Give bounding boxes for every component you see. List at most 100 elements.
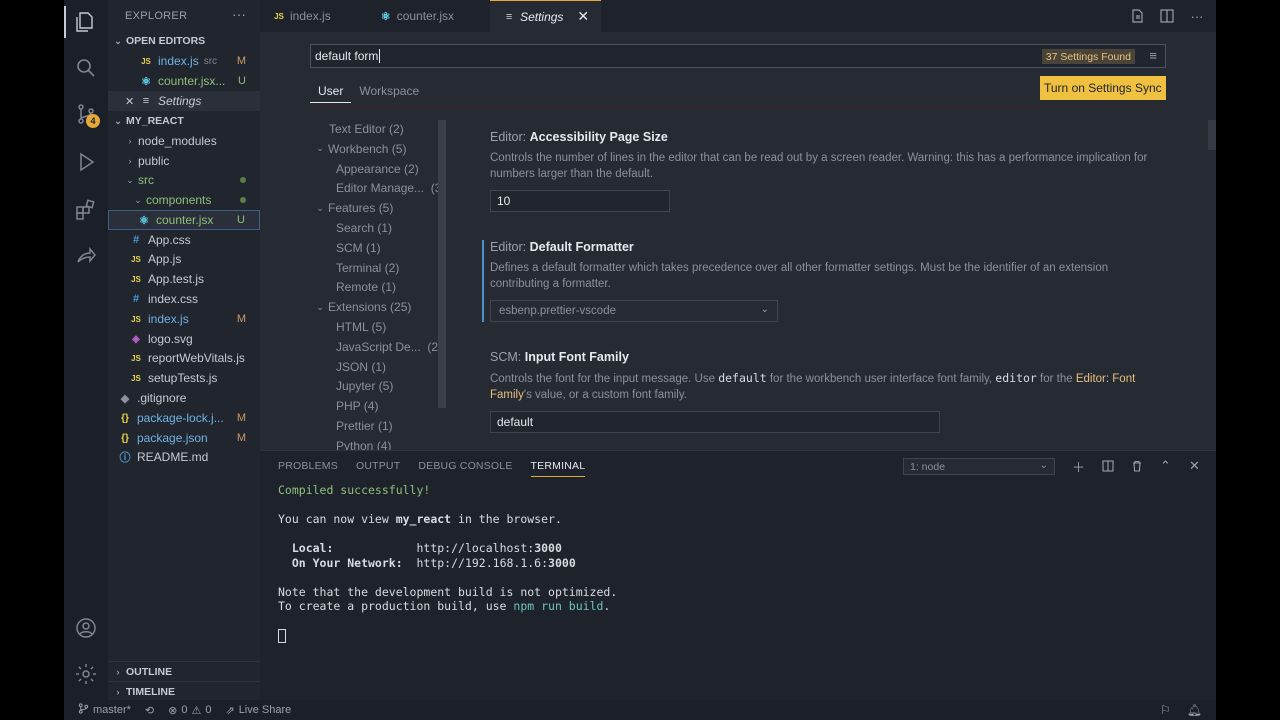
toc-item[interactable]: ⌄ Workbench (5) (314, 140, 406, 158)
timeline-section[interactable]: › TIMELINE (108, 681, 260, 701)
tree-folder[interactable]: › public (108, 151, 260, 171)
tree-file[interactable]: {} package.json M (108, 428, 260, 448)
feedback-icon[interactable]: ⚐ (1160, 703, 1171, 717)
outline-section[interactable]: › OUTLINE (108, 661, 260, 681)
settings-gear-icon[interactable] (70, 658, 102, 690)
terminal-output[interactable]: Compiled successfully! You can now view … (278, 483, 617, 643)
toc-item[interactable]: Jupyter (5) (336, 377, 393, 395)
toc-item[interactable]: Text Editor (2) (329, 120, 404, 138)
tree-file[interactable]: JS reportWebVitals.js (108, 348, 260, 368)
toc-label: HTML (5) (336, 320, 387, 334)
extensions-icon[interactable] (70, 194, 102, 226)
tree-file[interactable]: JS App.test.js (108, 269, 260, 289)
setting-category: Editor: (490, 240, 530, 254)
scm-font-family-input[interactable]: default (490, 411, 940, 433)
error-icon: ⊗ (168, 704, 178, 717)
toc-item[interactable]: ⌄ Extensions (25) (314, 298, 411, 316)
toc-scrollbar[interactable] (438, 120, 446, 408)
close-icon[interactable]: ✕ (125, 95, 139, 108)
tree-file[interactable]: ⚛ counter.jsx U (108, 210, 260, 230)
open-settings-json-icon[interactable] (1128, 6, 1146, 26)
terminal-line: To create a production build, use npm ru… (278, 599, 617, 614)
js-file-icon: JS (131, 353, 141, 363)
tab-settings[interactable]: ≡ Settings ✕ (490, 0, 602, 32)
git-status: M (236, 432, 246, 444)
git-status: M (236, 55, 246, 67)
toc-item[interactable]: SCM (1) (336, 239, 381, 257)
notifications-bell-icon[interactable]: 🔔︎ (1187, 703, 1202, 717)
open-editors-header[interactable]: ⌄ OPEN EDITORS (108, 31, 260, 51)
tree-file[interactable]: # index.css (108, 289, 260, 309)
tab-workspace[interactable]: Workspace (351, 84, 427, 103)
close-icon[interactable]: ✕ (577, 8, 589, 25)
toc-item[interactable]: Appearance (2) (336, 160, 419, 178)
settings-scrollbar[interactable] (1208, 120, 1216, 150)
tab-debug-console[interactable]: DEBUG CONSOLE (418, 460, 512, 477)
open-editor-item[interactable]: ⚛ counter.jsx... U (108, 71, 260, 91)
problems-indicator[interactable]: ⊗ 0 ⚠ 0 (168, 704, 211, 717)
trash-icon[interactable] (1127, 457, 1146, 475)
toc-item[interactable]: Remote (1) (336, 278, 396, 296)
accessibility-page-size-input[interactable]: 10 (490, 190, 670, 212)
terminal-select[interactable]: 1: node ⌄ (903, 458, 1055, 475)
more-actions-icon[interactable]: ··· (1188, 6, 1206, 26)
close-icon[interactable]: ✕ (1185, 457, 1204, 475)
tree-file[interactable]: JS App.js (108, 249, 260, 269)
toc-item[interactable]: Terminal (2) (336, 259, 399, 277)
toc-item[interactable]: Search (1) (336, 219, 392, 237)
run-debug-icon[interactable] (70, 146, 102, 178)
open-editor-item[interactable]: JS index.js src M (108, 51, 260, 71)
tab-terminal[interactable]: TERMINAL (530, 460, 586, 477)
terminal-line: On Your Network: http://192.168.1.6:3000 (278, 556, 617, 571)
code-default: default (718, 371, 767, 385)
tree-file[interactable]: JS index.js M (108, 309, 260, 329)
tree-file[interactable]: JS setupTests.js (108, 368, 260, 388)
tree-file[interactable]: {} package-lock.j... M (108, 408, 260, 428)
split-terminal-icon[interactable] (1098, 457, 1117, 475)
tab-index-js[interactable]: JS index.js (260, 0, 343, 32)
live-share-icon[interactable] (70, 240, 102, 272)
open-editor-item[interactable]: ✕ ≡ Settings (108, 91, 260, 111)
settings-sync-button[interactable]: Turn on Settings Sync (1040, 76, 1166, 100)
chevron-up-icon[interactable]: ⌃ (1156, 457, 1175, 475)
tree-folder[interactable]: ⌄ src (108, 170, 260, 190)
tree-file[interactable]: ◈ logo.svg (108, 329, 260, 349)
toc-label: Remote (1) (336, 280, 397, 295)
toc-item[interactable]: PHP (4) (336, 397, 378, 415)
sync-indicator[interactable]: ⟲ (145, 704, 154, 717)
tree-folder[interactable]: › node_modules (108, 131, 260, 151)
live-share-indicator[interactable]: ⇗ Live Share (225, 704, 291, 717)
tree-file[interactable]: # App.css (108, 230, 260, 250)
more-actions-icon[interactable]: ··· (232, 6, 246, 22)
tree-file[interactable]: ⓘ README.md (108, 447, 260, 467)
toc-item[interactable]: Editor Manage... (3) (336, 179, 445, 197)
tree-item-label: index.css (148, 292, 199, 306)
bottom-panel: PROBLEMS OUTPUT DEBUG CONSOLE TERMINAL 1… (260, 450, 1216, 700)
tree-file[interactable]: ◆ .gitignore (108, 388, 260, 408)
terminal-line: Compiled successfully! (278, 483, 431, 497)
filter-icon[interactable]: ≡ (1149, 48, 1157, 63)
toc-item[interactable]: JavaScript De... (2) (336, 338, 442, 356)
account-icon[interactable] (70, 612, 102, 644)
tab-user[interactable]: User (310, 84, 352, 103)
source-control-icon[interactable]: 4 (70, 98, 102, 130)
tree-folder[interactable]: ⌄ components (108, 190, 260, 210)
explorer-icon[interactable] (64, 6, 102, 38)
toc-item[interactable]: JSON (1) (336, 358, 386, 376)
default-formatter-select[interactable]: esbenp.prettier-vscode ⌄ (490, 300, 778, 322)
new-terminal-icon[interactable]: ＋ (1069, 457, 1088, 475)
toc-item[interactable]: Prettier (1) (336, 417, 393, 435)
chevron-down-icon: ⌄ (126, 174, 134, 185)
project-header[interactable]: ⌄ MY_REACT (108, 111, 260, 131)
tab-problems[interactable]: PROBLEMS (278, 460, 338, 477)
settings-search-input[interactable]: default form 37 Settings Found ≡ (310, 44, 1166, 68)
toc-item[interactable]: Python (4) (336, 437, 391, 450)
branch-indicator[interactable]: master* (78, 703, 131, 717)
tab-counter-jsx[interactable]: ⚛ counter.jsx (343, 0, 466, 32)
setting-title: SCM: Input Font Family (490, 350, 1170, 364)
split-editor-icon[interactable] (1158, 6, 1176, 26)
toc-item[interactable]: HTML (5) (336, 318, 386, 336)
toc-item[interactable]: ⌄ Features (5) (314, 199, 393, 217)
search-icon[interactable] (70, 52, 102, 84)
tab-output[interactable]: OUTPUT (356, 460, 400, 477)
